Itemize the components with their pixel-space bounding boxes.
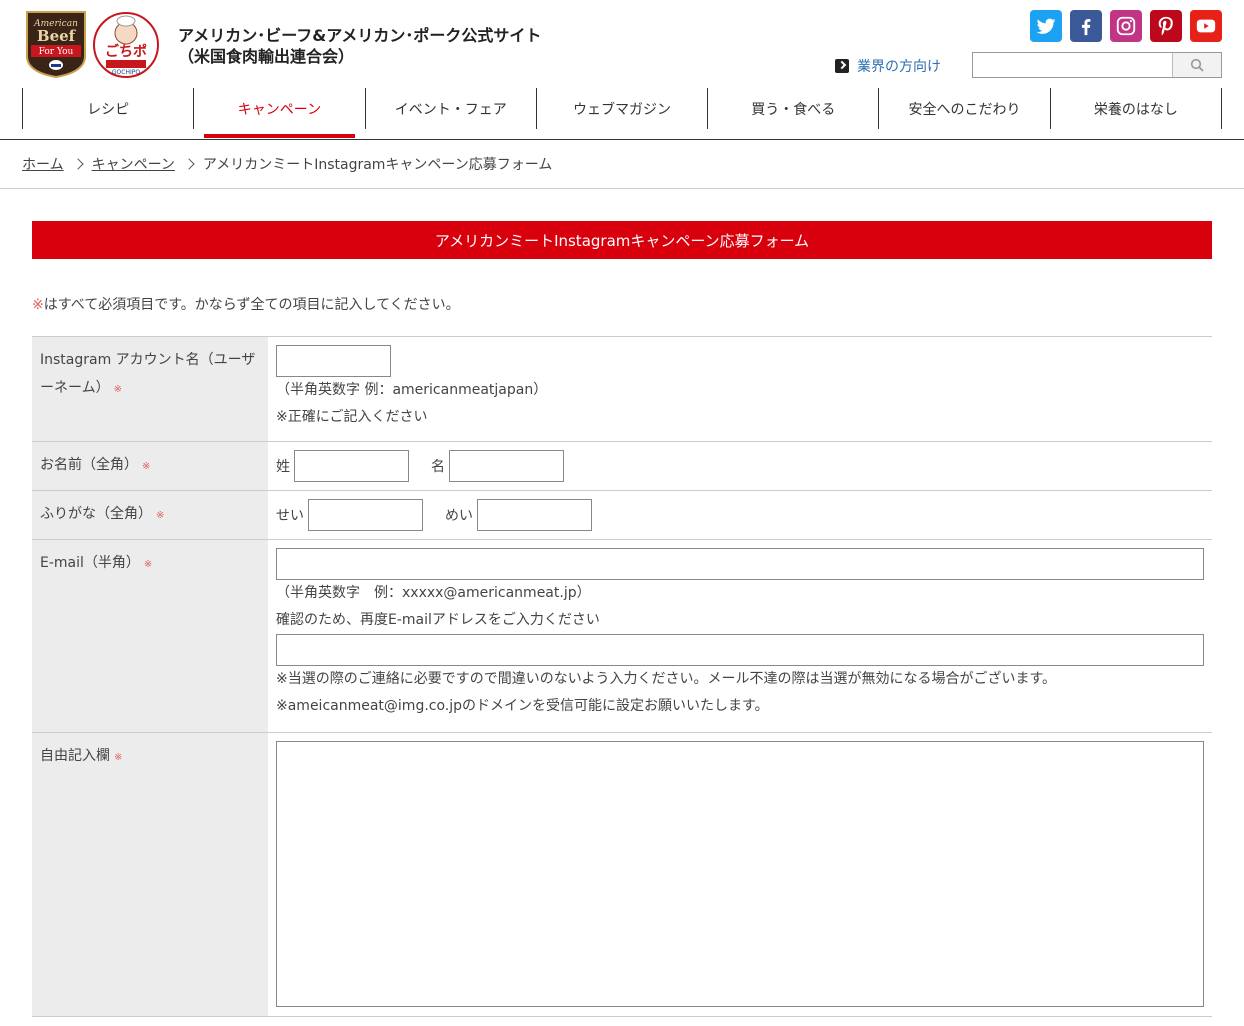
first-kana-label: めい — [445, 508, 473, 524]
furigana-field-wrap: せい めい — [268, 491, 1212, 539]
arrow-right-icon — [835, 59, 849, 73]
youtube-icon[interactable] — [1190, 10, 1222, 42]
breadcrumb-current: アメリカンミートInstagramキャンペーン応募フォーム — [202, 157, 553, 173]
last-kana-label: せい — [276, 508, 304, 524]
sns-links — [1030, 10, 1222, 42]
site-title[interactable]: アメリカン･ビーフ&アメリカン･ポーク公式サイト （米国食肉輸出連合会） — [178, 25, 541, 67]
nav-label: 安全へのこだわり — [908, 101, 1021, 118]
chevron-right-icon — [71, 158, 84, 170]
form-row-furigana: ふりがな（全角） ※ せい めい — [32, 491, 1212, 540]
industry-link[interactable]: 業界の方向け — [835, 56, 941, 76]
logo-gochipo-sub: GOCHIPO — [112, 69, 140, 76]
furigana-label: ふりがな（全角） ※ — [32, 491, 268, 539]
form-title: アメリカンミートInstagramキャンペーン応募フォーム — [32, 221, 1212, 259]
free-label-text: 自由記入欄 — [40, 748, 110, 764]
breadcrumb-home[interactable]: ホーム — [22, 154, 64, 174]
nav-label: キャンペーン — [237, 101, 322, 118]
industry-link-label: 業界の方向け — [857, 59, 941, 75]
instagram-icon[interactable] — [1110, 10, 1142, 42]
logo-beef-line3: For You — [39, 47, 74, 57]
first-name-label: 名 — [431, 459, 445, 475]
email-confirm-input[interactable] — [276, 634, 1204, 666]
nav-item-buy-eat[interactable]: 買う・食べる — [708, 88, 880, 129]
first-name-input[interactable] — [449, 450, 564, 482]
site-title-line1: アメリカン･ビーフ&アメリカン･ポーク公式サイト — [178, 26, 542, 45]
form-row-free: 自由記入欄 ※ — [32, 733, 1212, 1017]
gochipo-logo[interactable]: ごちポ GOCHIPO — [92, 11, 160, 79]
logo-gochipo-main: ごちポ — [105, 43, 147, 60]
required-mark: ※ — [156, 510, 165, 521]
site-title-line2: （米国食肉輸出連合会） — [178, 47, 355, 66]
free-field-wrap — [268, 733, 1212, 1016]
instagram-label: Instagram アカウント名（ユーザーネーム） ※ — [32, 337, 268, 441]
email-hint: （半角英数字 例：xxxxx@americanmeat.jp） — [276, 585, 591, 601]
form-row-name: お名前（全角） ※ 姓 名 — [32, 442, 1212, 491]
pinterest-icon[interactable] — [1150, 10, 1182, 42]
required-note: ※はすべて必須項目です。かならず全ての項目に記入してください。 — [32, 294, 460, 314]
main-nav: レシピ キャンペーン イベント・フェア ウェブマガジン 買う・食べる 安全へのこ… — [22, 88, 1222, 139]
american-beef-logo[interactable]: American Beef For You — [25, 10, 87, 79]
instagram-hint: （半角英数字 例：americanmeatjapan） — [276, 382, 548, 398]
form-row-instagram: Instagram アカウント名（ユーザーネーム） ※ （半角英数字 例：amer… — [32, 337, 1212, 442]
nav-label: イベント・フェア — [394, 101, 507, 118]
last-kana-input[interactable] — [308, 499, 423, 531]
search-button[interactable] — [1173, 53, 1221, 77]
email-label-text: E-mail（半角） — [40, 555, 140, 571]
nav-item-recipe[interactable]: レシピ — [22, 88, 195, 129]
entry-form: Instagram アカウント名（ユーザーネーム） ※ （半角英数字 例：amer… — [32, 336, 1212, 1017]
email-field-wrap: （半角英数字 例：xxxxx@americanmeat.jp） 確認のため、再度… — [268, 540, 1212, 732]
nav-item-safety[interactable]: 安全へのこだわり — [879, 88, 1051, 129]
form-row-email: E-mail（半角） ※ （半角英数字 例：xxxxx@americanmeat.… — [32, 540, 1212, 733]
breadcrumb-campaign[interactable]: キャンペーン — [92, 154, 175, 174]
nav-item-magazine[interactable]: ウェブマガジン — [537, 88, 709, 129]
instagram-field-wrap: （半角英数字 例：americanmeatjapan） ※正確にご記入ください — [268, 337, 1212, 441]
free-label: 自由記入欄 ※ — [32, 733, 268, 1016]
breadcrumb: ホーム キャンペーン アメリカンミートInstagramキャンペーン応募フォーム — [22, 154, 552, 174]
required-mark: ※ — [32, 297, 44, 313]
required-mark: ※ — [143, 559, 153, 570]
name-label: お名前（全角） ※ — [32, 442, 268, 490]
name-label-text: お名前（全角） — [40, 457, 138, 473]
nav-item-campaign[interactable]: キャンペーン — [194, 88, 366, 138]
nav-label: 栄養のはなし — [1093, 101, 1178, 118]
required-mark: ※ — [142, 461, 151, 472]
search-input[interactable] — [973, 53, 1173, 77]
search-icon — [1190, 58, 1204, 72]
last-name-input[interactable] — [294, 450, 409, 482]
email-note1: ※当選の際のご連絡に必要ですので間違いのないよう入力ください。メール不達の際は当… — [276, 671, 1057, 687]
divider — [0, 188, 1244, 189]
nav-label: 買う・食べる — [751, 101, 836, 118]
facebook-icon[interactable] — [1070, 10, 1102, 42]
email-label: E-mail（半角） ※ — [32, 540, 268, 732]
nav-label: ウェブマガジン — [572, 101, 671, 118]
first-kana-input[interactable] — [477, 499, 592, 531]
email-confirm-label: 確認のため、再度E-mailアドレスをご入力ください — [276, 612, 600, 628]
free-text-area[interactable] — [276, 741, 1204, 1007]
email-input[interactable] — [276, 548, 1204, 580]
instagram-note: ※正確にご記入ください — [276, 409, 428, 425]
required-mark: ※ — [114, 752, 123, 763]
required-note-text: はすべて必須項目です。かならず全ての項目に記入してください。 — [43, 297, 460, 313]
last-name-label: 姓 — [276, 459, 290, 475]
nav-item-event[interactable]: イベント・フェア — [366, 88, 537, 129]
email-note2: ※ameicanmeat@img.co.jpのドメインを受信可能に設定お願いいた… — [276, 698, 769, 714]
chevron-right-icon — [183, 158, 195, 170]
required-mark: ※ — [113, 384, 122, 395]
name-field-wrap: 姓 名 — [268, 442, 1212, 490]
twitter-icon[interactable] — [1030, 10, 1062, 42]
search-box — [972, 52, 1222, 78]
logo-beef-line2: Beef — [37, 27, 77, 45]
nav-label: レシピ — [87, 101, 130, 118]
nav-item-nutrition[interactable]: 栄養のはなし — [1051, 88, 1222, 129]
furigana-label-text: ふりがな（全角） — [40, 506, 152, 522]
instagram-label-text: Instagram アカウント名（ユーザーネーム） — [40, 352, 256, 396]
instagram-account-input[interactable] — [276, 345, 391, 377]
site-header: American Beef For You ごちポ GOCHIPO アメリカン･… — [0, 0, 1244, 140]
